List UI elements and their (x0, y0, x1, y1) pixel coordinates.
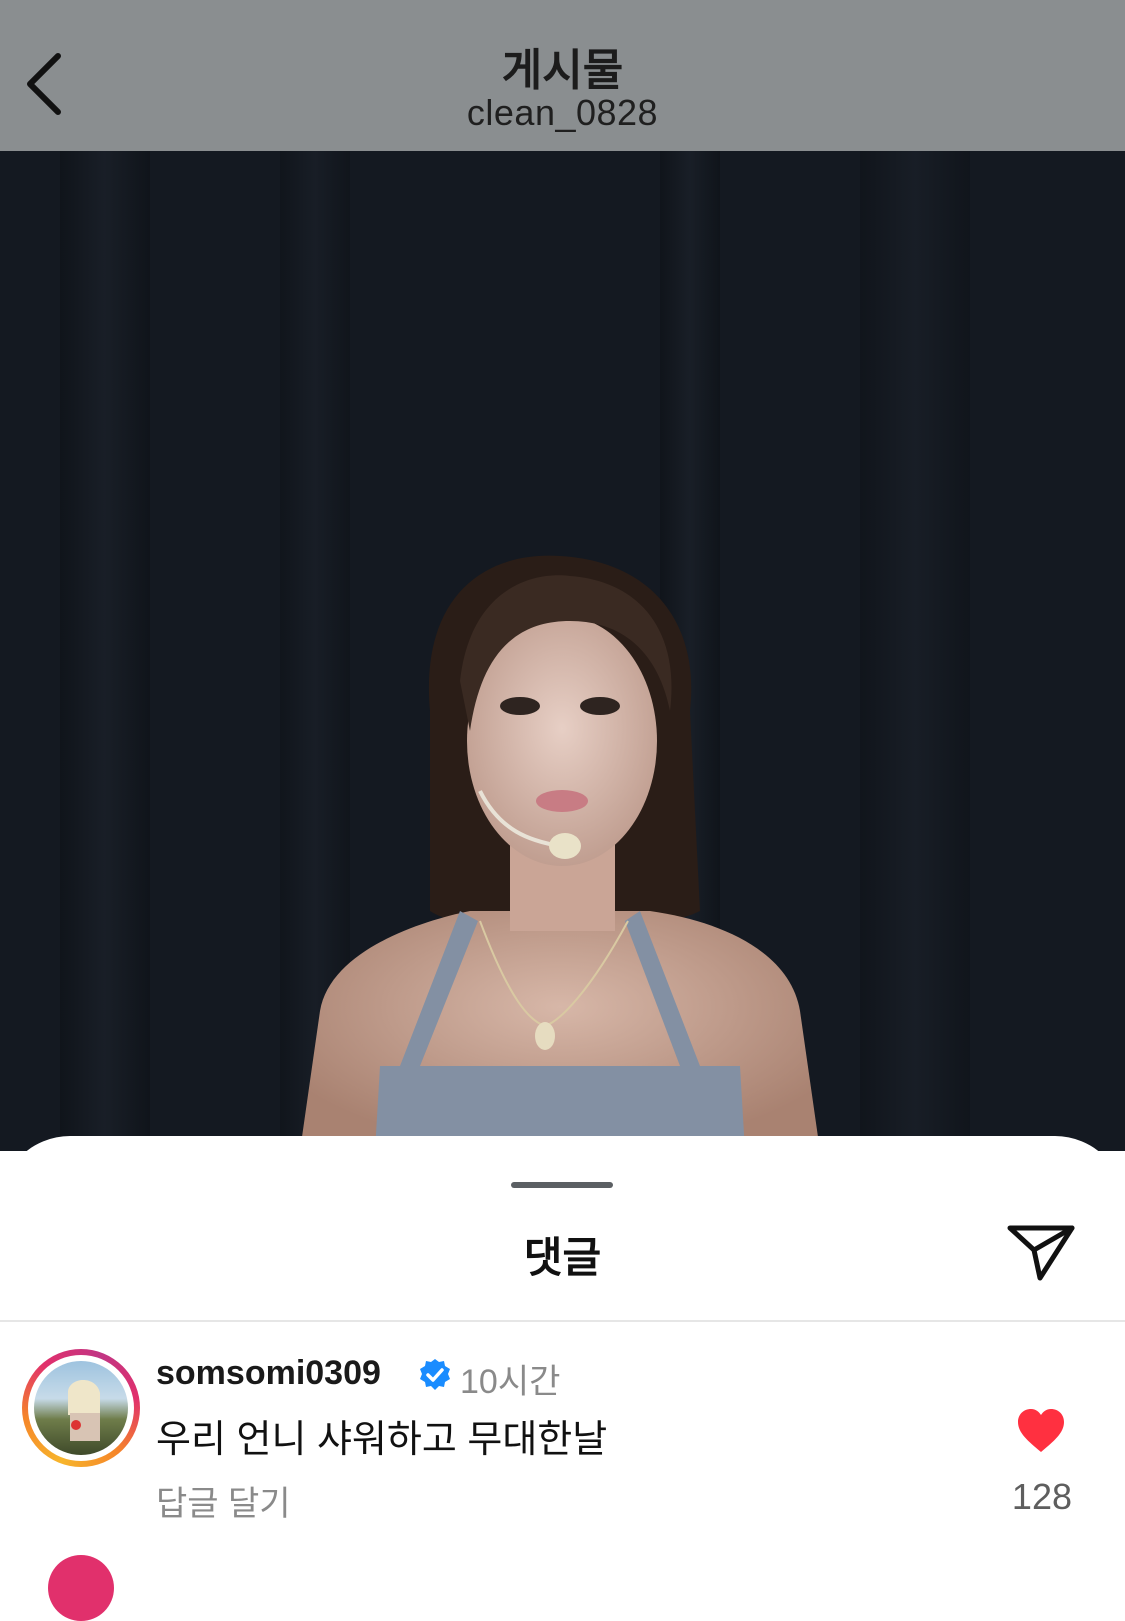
avatar (34, 1361, 128, 1455)
like-count: 128 (1011, 1476, 1072, 1517)
comments-title: 댓글 (523, 1234, 602, 1281)
share-button[interactable] (1004, 1220, 1078, 1284)
comment-text: 우리 언니 샤워하고 무대한날 (156, 1419, 608, 1461)
post-author-username[interactable]: clean_0828 (0, 92, 1125, 134)
verified-badge-icon (420, 1359, 450, 1390)
like-button[interactable] (1016, 1408, 1066, 1454)
heart-icon (1018, 1409, 1064, 1452)
send-icon (1007, 1225, 1075, 1281)
avatar-ring-gap (28, 1355, 134, 1461)
sheet-drag-handle[interactable] (511, 1182, 613, 1188)
reply-button[interactable]: 답글 달기 (156, 1476, 291, 1525)
top-header: 게시물 clean_0828 (0, 0, 1125, 151)
sheet-divider (0, 1320, 1125, 1322)
comment-timestamp: 10시간 (460, 1363, 561, 1401)
post-photo[interactable] (0, 151, 1125, 1151)
commenter-avatar[interactable] (22, 1349, 140, 1467)
commenter-username[interactable]: somsomi0309 (156, 1354, 381, 1393)
page-title: 게시물 (501, 46, 624, 95)
next-commenter-avatar[interactable] (48, 1555, 114, 1621)
